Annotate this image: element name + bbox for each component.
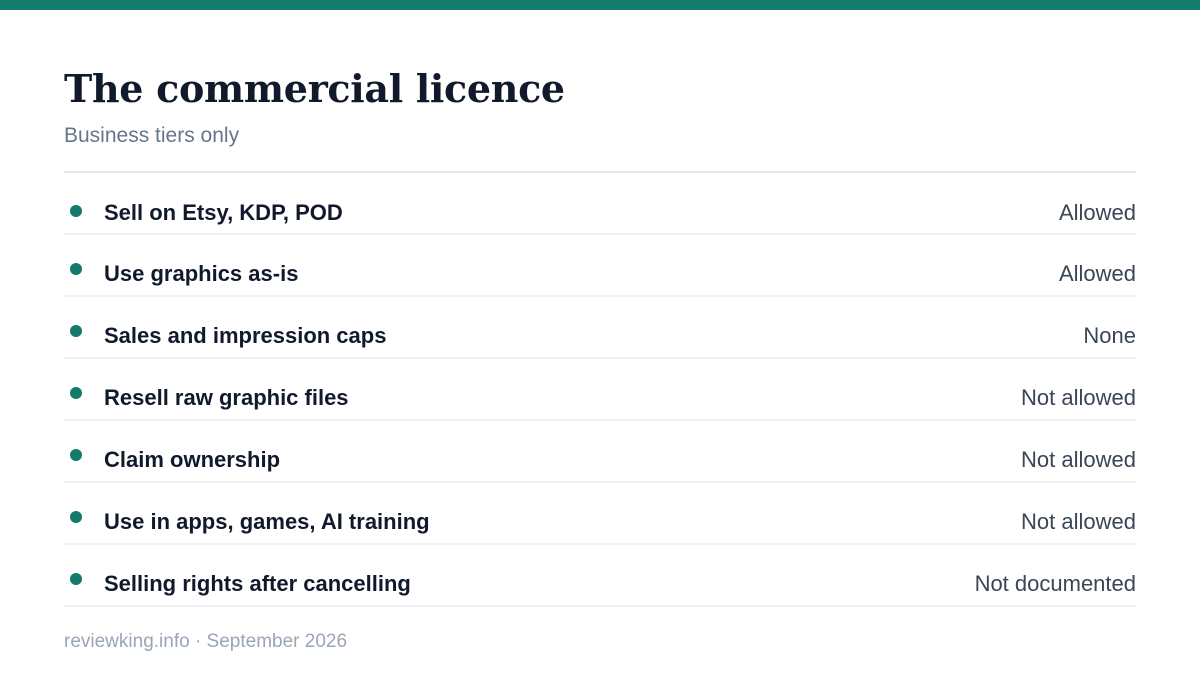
licence-row: Sales and impression caps None bbox=[64, 297, 1136, 359]
bullet-dot-icon bbox=[70, 449, 82, 461]
bullet-dot-icon bbox=[70, 325, 82, 337]
bullet-dot-icon bbox=[70, 263, 82, 275]
page-subtitle: Business tiers only bbox=[64, 124, 240, 147]
feature-label: Selling rights after cancelling bbox=[104, 571, 411, 596]
licence-row: Sell on Etsy, KDP, POD Allowed bbox=[64, 173, 1136, 235]
bullet-dot-icon bbox=[70, 205, 82, 217]
feature-label: Use in apps, games, AI training bbox=[104, 509, 430, 534]
status-value: Allowed bbox=[1058, 261, 1136, 286]
feature-label: Sales and impression caps bbox=[104, 323, 387, 348]
bullet-dot-icon bbox=[70, 387, 82, 399]
feature-label: Use graphics as-is bbox=[104, 261, 299, 286]
feature-label: Resell raw graphic files bbox=[104, 385, 349, 410]
status-value: Not allowed bbox=[1021, 447, 1136, 472]
licence-row: Resell raw graphic files Not allowed bbox=[64, 359, 1136, 421]
licence-row: Selling rights after cancelling Not docu… bbox=[64, 545, 1136, 607]
bullet-dot-icon bbox=[70, 573, 82, 585]
status-value: Not allowed bbox=[1021, 385, 1136, 410]
top-accent-bar bbox=[0, 0, 1200, 10]
status-value: Not documented bbox=[974, 571, 1136, 596]
feature-label: Claim ownership bbox=[104, 447, 281, 472]
licence-row: Use in apps, games, AI training Not allo… bbox=[64, 483, 1136, 545]
status-value: Not allowed bbox=[1021, 509, 1136, 534]
page-title: The commercial licence bbox=[64, 66, 565, 111]
bullet-dot-icon bbox=[70, 511, 82, 523]
status-value: None bbox=[1083, 323, 1136, 348]
licence-row: Use graphics as-is Allowed bbox=[64, 235, 1136, 297]
footer-source: reviewking.info · September 2026 bbox=[64, 631, 348, 652]
status-value: Allowed bbox=[1058, 200, 1136, 225]
licence-row: Claim ownership Not allowed bbox=[64, 421, 1136, 483]
licence-table: Sell on Etsy, KDP, POD Allowed Use graph… bbox=[64, 171, 1136, 607]
feature-label: Sell on Etsy, KDP, POD bbox=[104, 200, 343, 225]
